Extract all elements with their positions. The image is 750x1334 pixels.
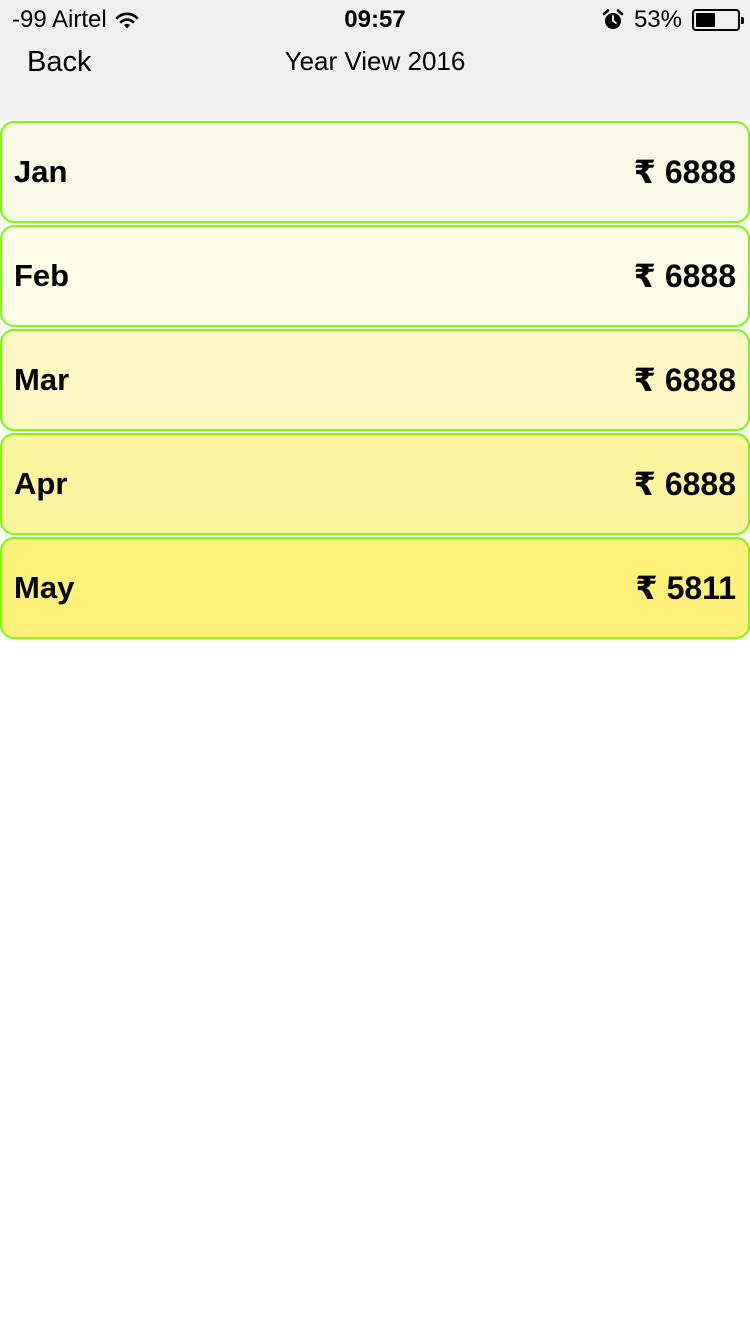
- month-row-feb[interactable]: Feb ₹ 6888: [0, 225, 750, 327]
- battery-level-fill: [696, 13, 716, 27]
- page-title: Year View 2016: [284, 46, 466, 76]
- alarm-icon: [602, 9, 624, 31]
- month-amount: ₹ 6888: [633, 154, 736, 190]
- battery-percent: 53%: [633, 6, 682, 33]
- month-row-apr[interactable]: Apr ₹ 6888: [0, 433, 750, 535]
- month-name: Jan: [14, 154, 68, 189]
- month-list: Jan ₹ 6888 Feb ₹ 6888 Mar ₹ 6888 Apr ₹ 6…: [0, 121, 750, 641]
- month-amount: ₹ 6888: [633, 362, 736, 398]
- battery-tip: [741, 17, 744, 24]
- month-name: May: [14, 570, 75, 605]
- month-row-mar[interactable]: Mar ₹ 6888: [0, 329, 750, 431]
- month-amount: ₹ 6888: [633, 258, 736, 294]
- battery-icon: [692, 9, 744, 31]
- month-row-jan[interactable]: Jan ₹ 6888: [0, 121, 750, 223]
- month-amount: ₹ 6888: [633, 466, 736, 502]
- month-amount: ₹ 5811: [635, 570, 736, 606]
- navigation-header: -99 Airtel 09:57 53% Back Year View 2016: [0, 0, 750, 120]
- month-name: Apr: [14, 466, 68, 501]
- status-right-group: 53%: [602, 6, 744, 34]
- month-row-may[interactable]: May ₹ 5811: [0, 537, 750, 639]
- month-name: Feb: [14, 258, 70, 293]
- month-name: Mar: [14, 362, 70, 397]
- status-bar: -99 Airtel 09:57 53%: [0, 0, 750, 40]
